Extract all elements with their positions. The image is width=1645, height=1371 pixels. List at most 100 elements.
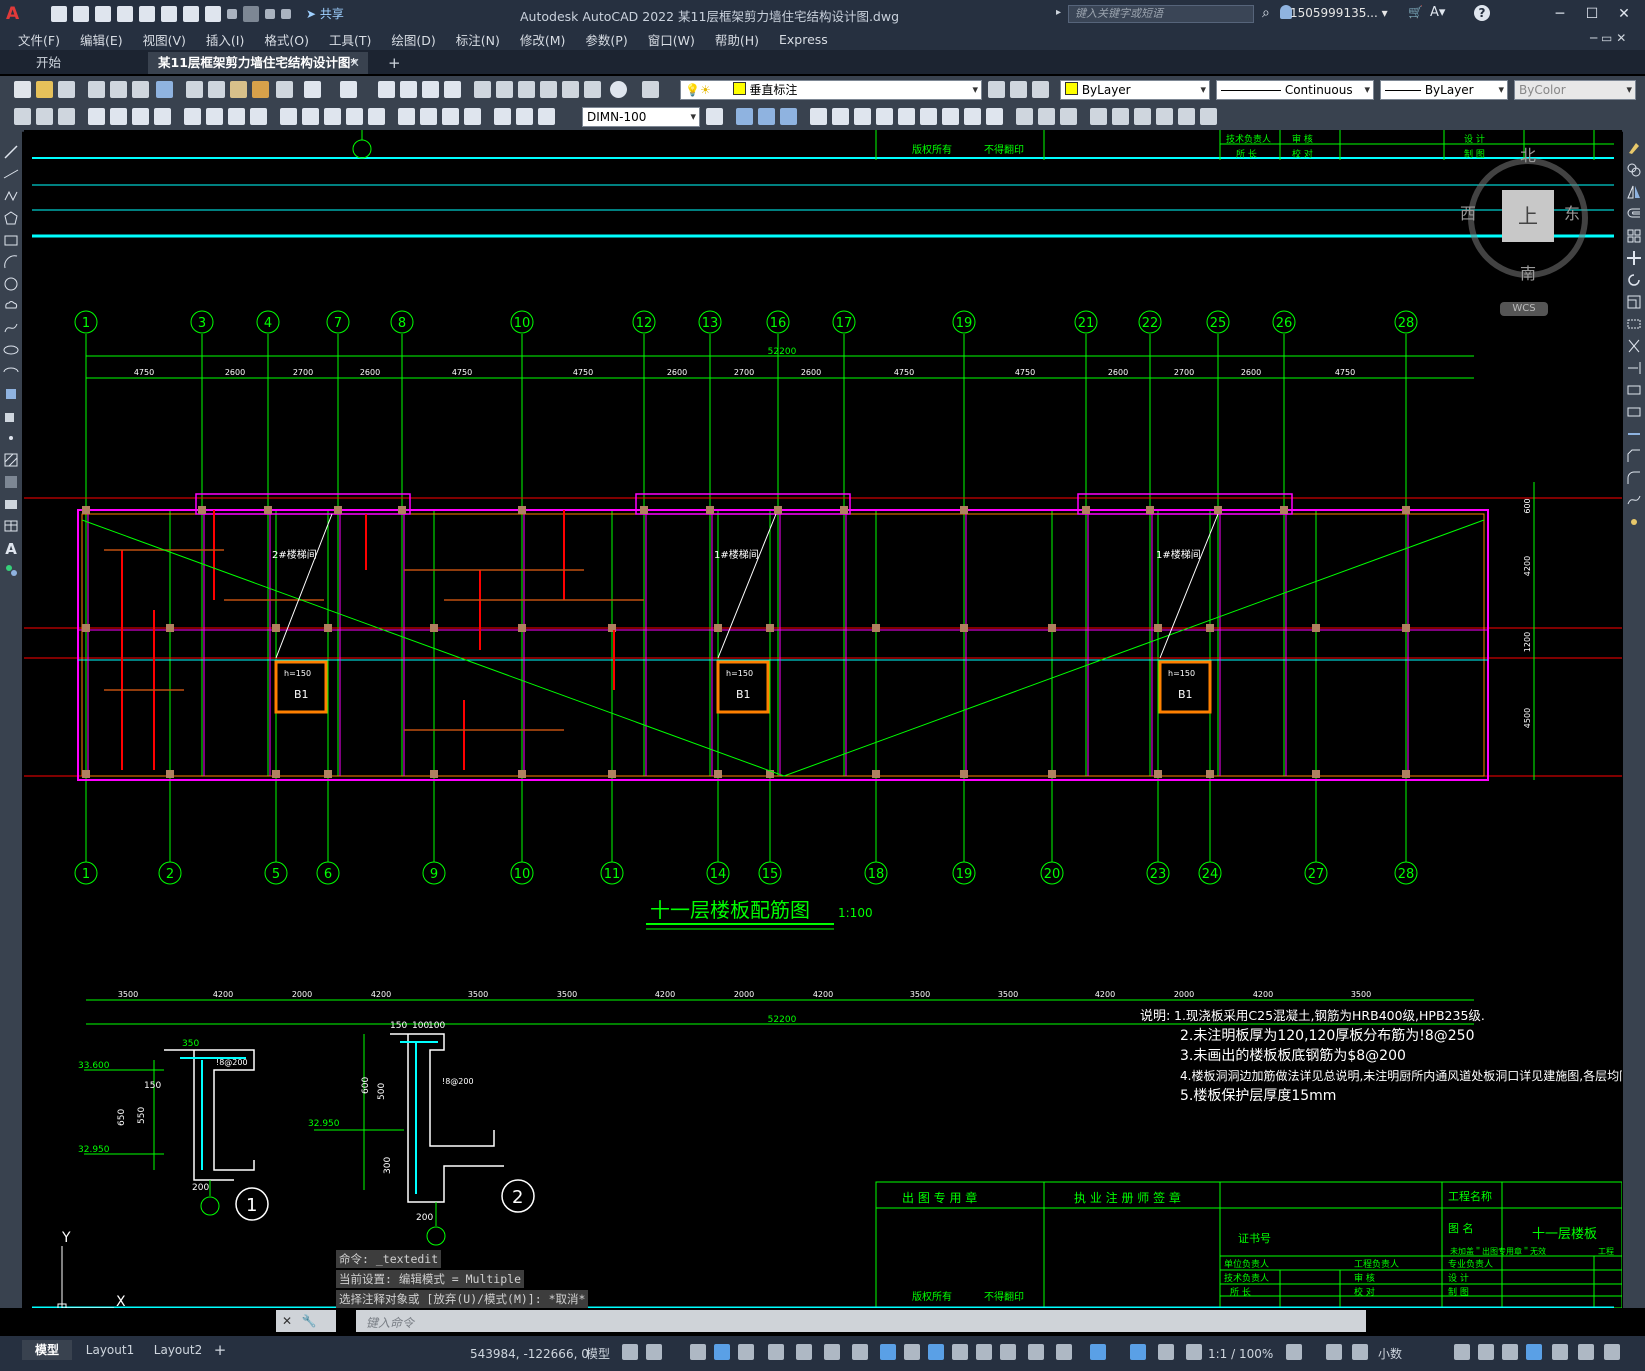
ucs-icon[interactable] [736,108,753,125]
ucs-origin-icon[interactable] [876,108,893,125]
viewcube-east[interactable]: 东 [1564,200,1580,224]
share-button[interactable]: ➤ 共享 [306,5,344,22]
linear-dim-icon[interactable] [88,108,105,125]
block-editor-icon[interactable] [276,81,293,98]
gradient-icon[interactable] [3,474,19,490]
scale-icon[interactable] [1626,294,1642,310]
annotation-scale-value[interactable]: 1:1 / 100% [1208,1344,1273,1364]
ucs-x-icon[interactable] [942,108,959,125]
arc-length-icon[interactable] [132,108,149,125]
save-to-web-icon[interactable] [161,6,177,22]
viewport-poly-icon[interactable] [1038,108,1055,125]
undo-dropdown-icon[interactable] [227,9,237,19]
dim-text-edit-icon[interactable] [516,108,533,125]
linetype-dropdown[interactable]: Continuous [1216,80,1374,100]
menu-view[interactable]: 视图(V) [133,30,196,49]
plot-icon[interactable] [183,6,199,22]
3d-osnap-icon[interactable] [952,1344,968,1360]
open-from-web-icon[interactable] [139,6,155,22]
qnew-icon[interactable] [14,108,31,125]
3d-view-icon[interactable] [1200,108,1217,125]
viewcube-north[interactable]: 北 [1520,142,1536,166]
make-current-layer-icon[interactable] [988,81,1005,98]
menu-modify[interactable]: 修改(M) [510,30,576,49]
jogged-linear-icon[interactable] [464,108,481,125]
layer-state-icon[interactable] [1032,81,1049,98]
isolate-objects-icon[interactable] [1352,1344,1368,1360]
customize-icon[interactable] [281,9,291,19]
minimize-button[interactable]: ─ [1548,4,1572,24]
fly-icon[interactable] [1156,108,1173,125]
inspect-icon[interactable] [442,108,459,125]
cmd-customize-icon[interactable]: 🔧 [302,1314,317,1328]
selection-cycling-icon[interactable] [928,1344,944,1360]
layer-dropdown[interactable]: 💡☀ 垂直标注 [680,80,982,100]
2d-osnap-icon[interactable] [852,1344,868,1360]
object-snap-icon[interactable] [824,1344,840,1360]
add-layout-button[interactable]: + [210,1340,230,1360]
revision-cloud-icon[interactable] [3,298,19,314]
jogged-dim-icon[interactable] [206,108,223,125]
new-icon[interactable] [14,81,31,98]
qsave-icon[interactable] [36,108,53,125]
viewcube-south[interactable]: 南 [1520,260,1536,284]
tool-palettes-icon[interactable] [518,81,535,98]
offset-icon[interactable] [1626,206,1642,222]
search-input[interactable]: 键入关键字或短语 [1068,5,1254,23]
point-icon[interactable] [3,430,19,446]
maximize-button[interactable]: ☐ [1580,4,1604,24]
zoom-previous-icon[interactable] [444,81,461,98]
explode-icon[interactable] [1626,514,1642,530]
plus-icon[interactable] [1326,1344,1342,1360]
command-input[interactable]: 键入命令 [356,1310,1366,1332]
ortho-icon[interactable] [714,1344,730,1360]
new-icon[interactable] [51,6,67,22]
region-icon[interactable] [3,496,19,512]
ucs-previous-icon[interactable] [780,108,797,125]
table-icon[interactable] [3,518,19,534]
rectangle-icon[interactable] [3,232,19,248]
publish-icon[interactable] [132,81,149,98]
undo-icon[interactable] [205,6,221,22]
lineweight-dropdown[interactable]: ByLayer [1380,80,1508,100]
clean-screen-icon[interactable] [1526,1344,1542,1360]
menu-edit[interactable]: 编辑(E) [70,30,133,49]
redo-dropdown-icon[interactable] [265,9,275,19]
join-icon[interactable] [1626,426,1642,442]
grid-icon[interactable] [622,1344,638,1360]
viewport-icon[interactable] [1016,108,1033,125]
lineweight-icon[interactable] [880,1344,896,1360]
move-icon[interactable] [1626,250,1642,266]
menu-dimension[interactable]: 标注(N) [446,30,510,49]
tab-start[interactable]: 开始 [26,52,142,74]
coordinate-readout[interactable]: 543984, -122666, 0 [470,1344,589,1364]
hardware-acceleration-icon[interactable] [1502,1344,1518,1360]
plot-icon[interactable] [88,81,105,98]
redo-icon[interactable] [340,81,357,98]
viewcube-west[interactable]: 西 [1460,200,1476,224]
user-account[interactable]: 1505999135... ▾ [1290,6,1388,20]
radius-dim-icon[interactable] [184,108,201,125]
help-icon[interactable]: ? [1474,5,1490,21]
menu-express[interactable]: Express [769,32,838,47]
layer-on-icon[interactable]: 💡☀ [685,83,711,97]
break-icon[interactable] [1626,404,1642,420]
viewport-clip-icon[interactable] [1060,108,1077,125]
viewcube-top-face[interactable]: 上 [1502,190,1554,242]
save-icon[interactable] [95,6,111,22]
wcs-menu[interactable]: WCS [1500,302,1548,316]
polyline-icon[interactable] [3,188,19,204]
open-icon[interactable] [36,81,53,98]
ucs-object-icon[interactable] [832,108,849,125]
new-tab-button[interactable]: + [382,52,406,74]
center-mark-icon[interactable] [420,108,437,125]
blend-curves-icon[interactable] [1626,492,1642,508]
zoom-realtime-icon[interactable] [400,81,417,98]
selection-filter-icon[interactable] [1000,1344,1016,1360]
fullscreen-icon[interactable] [1578,1344,1594,1360]
copy-icon[interactable] [208,81,225,98]
open-icon[interactable] [73,6,89,22]
model-space-toggle[interactable]: 模型 [586,1344,610,1364]
copy-object-icon[interactable] [1626,162,1642,178]
dynamic-ucs-icon[interactable] [976,1344,992,1360]
